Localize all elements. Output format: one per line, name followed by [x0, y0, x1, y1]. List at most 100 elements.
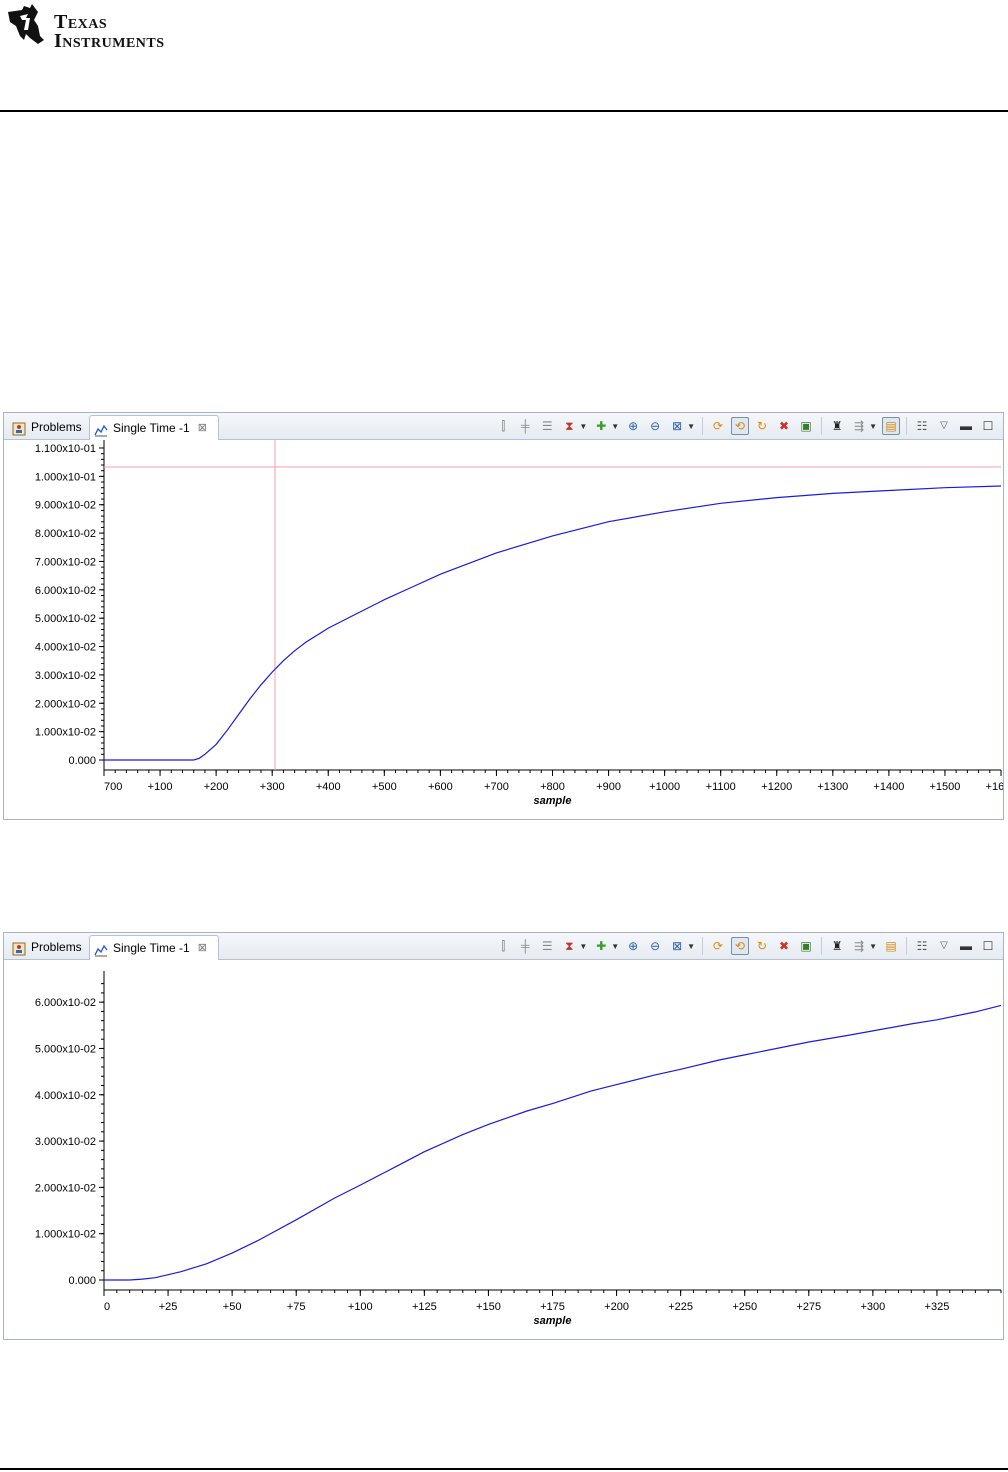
- find-icon[interactable]: ♜: [828, 417, 846, 435]
- align-left-icon[interactable]: ⫿: [494, 417, 512, 435]
- zoom-out-icon[interactable]: ⊖: [646, 937, 664, 955]
- refresh-all-icon[interactable]: ↻: [753, 937, 771, 955]
- y-tick-label: 7.000x10-02: [35, 556, 96, 568]
- zoom-fit-icon[interactable]: ⊠: [668, 937, 686, 955]
- x-tick-label: +1600: [986, 781, 1003, 793]
- x-tick-label: +1300: [817, 781, 848, 793]
- minimize-icon[interactable]: ▬: [957, 937, 975, 955]
- tab-bar: Problems Single Time -1 ⊠ ⫿ ╪ ☰ ⧗ ▼ ✚ ▼ ⊕ …: [4, 933, 1003, 960]
- view-list-icon[interactable]: ☷: [913, 937, 931, 955]
- logo-line-2: Instruments: [54, 30, 165, 52]
- graph-panel-2: Problems Single Time -1 ⊠ ⫿ ╪ ☰ ⧗ ▼ ✚ ▼ ⊕ …: [3, 932, 1004, 1340]
- continuous-refresh-icon[interactable]: ⟲: [731, 417, 750, 435]
- y-tick-label: 4.000x10-02: [35, 1090, 96, 1102]
- tab-bar: Problems Single Time -1 ⊠ ⫿ ╪ ☰ ⧗ ▼ ✚ ▼ ⊕ …: [4, 413, 1003, 440]
- zoom-dropdown-icon[interactable]: ▼: [687, 942, 695, 951]
- x-tick-label: +1400: [873, 781, 904, 793]
- graph-panel-1: Problems Single Time -1 ⊠ ⫿ ╪ ☰ ⧗ ▼ ✚ ▼ ⊕ …: [3, 412, 1004, 820]
- format-icon[interactable]: ⇶: [850, 937, 868, 955]
- x-tick-label: 0: [104, 1301, 110, 1313]
- toolbar-separator: [821, 417, 823, 435]
- align-center-icon[interactable]: ╪: [516, 937, 534, 955]
- y-tick-label: 0.000: [68, 1275, 96, 1287]
- zoom-out-icon[interactable]: ⊖: [646, 417, 664, 435]
- tab-problems[interactable]: Problems: [8, 415, 88, 439]
- add-dropdown-icon[interactable]: ▼: [611, 422, 619, 431]
- zoom-in-icon[interactable]: ⊕: [624, 417, 642, 435]
- y-tick-label: 5.000x10-02: [35, 1043, 96, 1055]
- ti-wordmark: Texas Instruments: [54, 11, 165, 52]
- x-tick-label: +225: [668, 1301, 693, 1313]
- refresh-all-icon[interactable]: ↻: [753, 417, 771, 435]
- properties-icon[interactable]: ▤: [882, 417, 900, 435]
- add-icon[interactable]: ✚: [592, 417, 610, 435]
- export-icon[interactable]: ▣: [797, 937, 815, 955]
- x-tick-label: +175: [540, 1301, 565, 1313]
- graph-plot[interactable]: 6.000x10-02 5.000x10-02 4.000x10-02 3.000x1…: [4, 960, 1003, 1338]
- format-dropdown-icon[interactable]: ▼: [869, 942, 877, 951]
- x-tick-label: +200: [204, 781, 229, 793]
- add-dropdown-icon[interactable]: ▼: [611, 942, 619, 951]
- delete-icon[interactable]: ✖: [775, 937, 793, 955]
- close-tab-icon[interactable]: ⊠: [198, 936, 207, 960]
- footer-rule: [0, 1468, 1008, 1470]
- ti-logo: Texas Instruments: [4, 4, 194, 52]
- y-tick-label: 9.000x10-02: [35, 500, 96, 512]
- graph-plot[interactable]: 1.100x10-01 1.000x10-01 9.000x10-02 8.000x1…: [4, 440, 1003, 818]
- align-right-icon[interactable]: ☰: [538, 417, 556, 435]
- tab-problems[interactable]: Problems: [8, 935, 88, 959]
- refresh-icon[interactable]: ⟳: [709, 937, 727, 955]
- toolbar-separator: [906, 937, 907, 955]
- x-tick-label: +150: [476, 1301, 501, 1313]
- x-tick-label: +300: [260, 781, 285, 793]
- zoom-in-icon[interactable]: ⊕: [624, 937, 642, 955]
- minimize-icon[interactable]: ▬: [957, 417, 975, 435]
- zoom-dropdown-icon[interactable]: ▼: [687, 422, 695, 431]
- toolbar-separator: [821, 937, 823, 955]
- y-tick-label: 3.000x10-02: [35, 670, 96, 682]
- graph-icon: [94, 421, 108, 437]
- zoom-fit-icon[interactable]: ⊠: [668, 417, 686, 435]
- y-tick-label: 8.000x10-02: [35, 528, 96, 540]
- find-icon[interactable]: ♜: [828, 937, 846, 955]
- format-icon[interactable]: ⇶: [850, 417, 868, 435]
- align-right-icon[interactable]: ☰: [538, 937, 556, 955]
- delete-icon[interactable]: ✖: [775, 417, 793, 435]
- x-tick-label: +200: [604, 1301, 629, 1313]
- series-line: [104, 485, 1002, 761]
- format-dropdown-icon[interactable]: ▼: [869, 422, 877, 431]
- graph-toolbar: ⫿ ╪ ☰ ⧗ ▼ ✚ ▼ ⊕ ⊖ ⊠ ▼ ⟳ ⟲ ↻ ✖ ▣ ♜ ⇶ ▼ ▤ ☷ ▽ …: [492, 416, 999, 436]
- maximize-icon[interactable]: ☐: [979, 417, 997, 435]
- properties-icon[interactable]: ▤: [882, 937, 900, 955]
- marker-dropdown-icon[interactable]: ▼: [579, 422, 587, 431]
- close-tab-icon[interactable]: ⊠: [198, 416, 207, 440]
- x-tick-label: +125: [412, 1301, 437, 1313]
- continuous-refresh-icon[interactable]: ⟲: [731, 937, 750, 955]
- align-left-icon[interactable]: ⫿: [494, 937, 512, 955]
- x-tick-label: +1100: [706, 781, 736, 793]
- add-icon[interactable]: ✚: [592, 937, 610, 955]
- refresh-icon[interactable]: ⟳: [709, 417, 727, 435]
- view-menu-icon[interactable]: ▽: [935, 937, 953, 955]
- marker-icon[interactable]: ⧗: [560, 417, 578, 435]
- export-icon[interactable]: ▣: [797, 417, 815, 435]
- x-tick-label: +1200: [761, 781, 792, 793]
- align-center-icon[interactable]: ╪: [516, 417, 534, 435]
- x-tick-label: +50: [223, 1301, 242, 1313]
- y-tick-label: 0.000: [68, 755, 96, 767]
- marker-icon[interactable]: ⧗: [560, 937, 578, 955]
- y-tick-label: 2.000x10-02: [35, 698, 96, 710]
- view-list-icon[interactable]: ☷: [913, 417, 931, 435]
- x-tick-label: +1000: [649, 781, 680, 793]
- view-menu-icon[interactable]: ▽: [935, 417, 953, 435]
- x-tick-label: +800: [540, 781, 565, 793]
- x-tick-label: +600: [428, 781, 453, 793]
- x-tick-label: 700: [104, 781, 122, 793]
- tab-single-time-label: Single Time -1: [113, 941, 190, 955]
- maximize-icon[interactable]: ☐: [979, 937, 997, 955]
- tab-single-time[interactable]: Single Time -1 ⊠: [89, 935, 219, 960]
- marker-dropdown-icon[interactable]: ▼: [579, 942, 587, 951]
- y-tick-label: 1.000x10-02: [35, 1229, 96, 1241]
- x-tick-label: +500: [372, 781, 397, 793]
- tab-single-time[interactable]: Single Time -1 ⊠: [89, 415, 219, 440]
